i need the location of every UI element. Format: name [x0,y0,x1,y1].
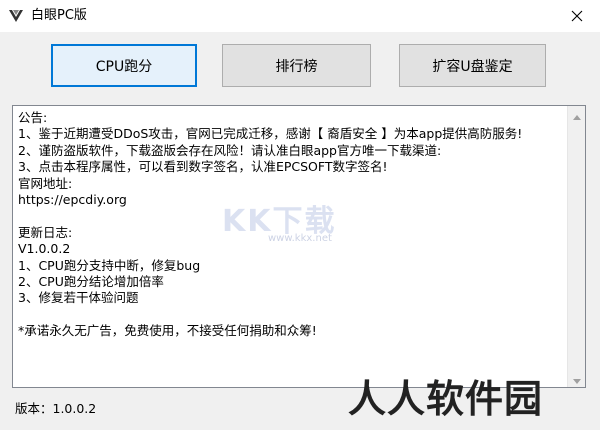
chevron-down-icon [572,369,581,387]
chevron-up-icon [572,106,581,124]
announcement-textbox[interactable]: 公告: 1、鉴于近期遭受DDoS攻击，官网已完成迁移，感谢【 裔盾安全 】为本a… [12,105,586,388]
leaderboard-button[interactable]: 排行榜 [222,44,371,87]
title-bar[interactable]: 白眼PC版 [0,0,600,32]
close-button[interactable] [554,0,600,32]
notice-line: *承诺永久无广告，免费使用，不接受任何捐助和众筹! [18,323,317,339]
notice-line: 官网地址: [18,175,73,191]
notice-line: 1、CPU跑分支持中断，修复bug [18,257,201,273]
close-icon [571,7,583,26]
notice-line: 2、谨防盗版软件，下载盗版会存在风险！请认准白眼app官方唯一下载渠道: [18,142,442,158]
scroll-down-button[interactable] [568,370,585,387]
notice-line: 1、鉴于近期遭受DDoS攻击，官网已完成迁移，感谢【 裔盾安全 】为本app提供… [18,126,523,142]
notice-line: 2、CPU跑分结论增加倍率 [18,273,164,289]
usb-capacity-check-button[interactable]: 扩容U盘鉴定 [399,44,546,87]
notice-line: 3、修复若干体验问题 [18,290,139,306]
notice-line: 3、点击本程序属性，可以看到数字签名，认准EPCSOFT数字签名! [18,159,388,175]
app-logo-icon [8,8,24,24]
window-title: 白眼PC版 [31,8,87,23]
notice-line [18,307,566,323]
scroll-up-button[interactable] [568,106,585,123]
vertical-scrollbar[interactable] [567,106,585,387]
notice-line: 公告: [18,110,48,125]
kk-watermark-url: www.kkx.net [268,233,332,244]
brand-watermark: 人人软件园 [348,377,544,421]
app-window: 白眼PC版 CPU跑分 排行榜 扩容U盘鉴定 公告: 1、鉴于近期遭受DDoS攻… [0,0,600,430]
version-label: 版本：1.0.0.2 [15,401,97,416]
cpu-benchmark-button[interactable]: CPU跑分 [51,44,197,87]
